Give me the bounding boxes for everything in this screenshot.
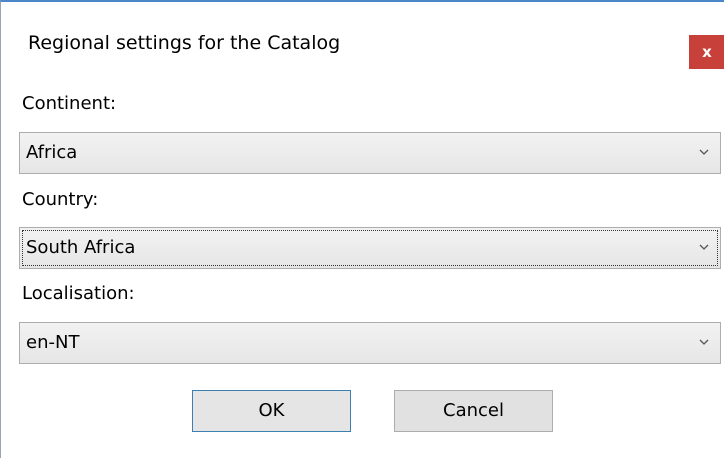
regional-settings-dialog: Regional settings for the Catalog x Cont… bbox=[0, 0, 724, 458]
ok-button[interactable]: OK bbox=[192, 390, 351, 432]
cancel-button[interactable]: Cancel bbox=[394, 390, 553, 432]
continent-value: Africa bbox=[26, 142, 78, 163]
localisation-value: en-NT bbox=[26, 332, 80, 353]
continent-label: Continent: bbox=[22, 93, 117, 114]
country-dropdown[interactable]: South Africa bbox=[19, 227, 721, 269]
chevron-down-icon bbox=[699, 339, 709, 345]
country-value: South Africa bbox=[26, 237, 136, 258]
chevron-down-icon bbox=[699, 244, 709, 250]
continent-dropdown[interactable]: Africa bbox=[19, 132, 721, 174]
country-label: Country: bbox=[22, 189, 99, 210]
chevron-down-icon bbox=[699, 149, 709, 155]
close-button[interactable]: x bbox=[689, 35, 724, 69]
dialog-title: Regional settings for the Catalog bbox=[28, 32, 341, 54]
close-icon: x bbox=[702, 43, 712, 61]
localisation-label: Localisation: bbox=[22, 283, 135, 304]
localisation-dropdown[interactable]: en-NT bbox=[19, 322, 721, 364]
